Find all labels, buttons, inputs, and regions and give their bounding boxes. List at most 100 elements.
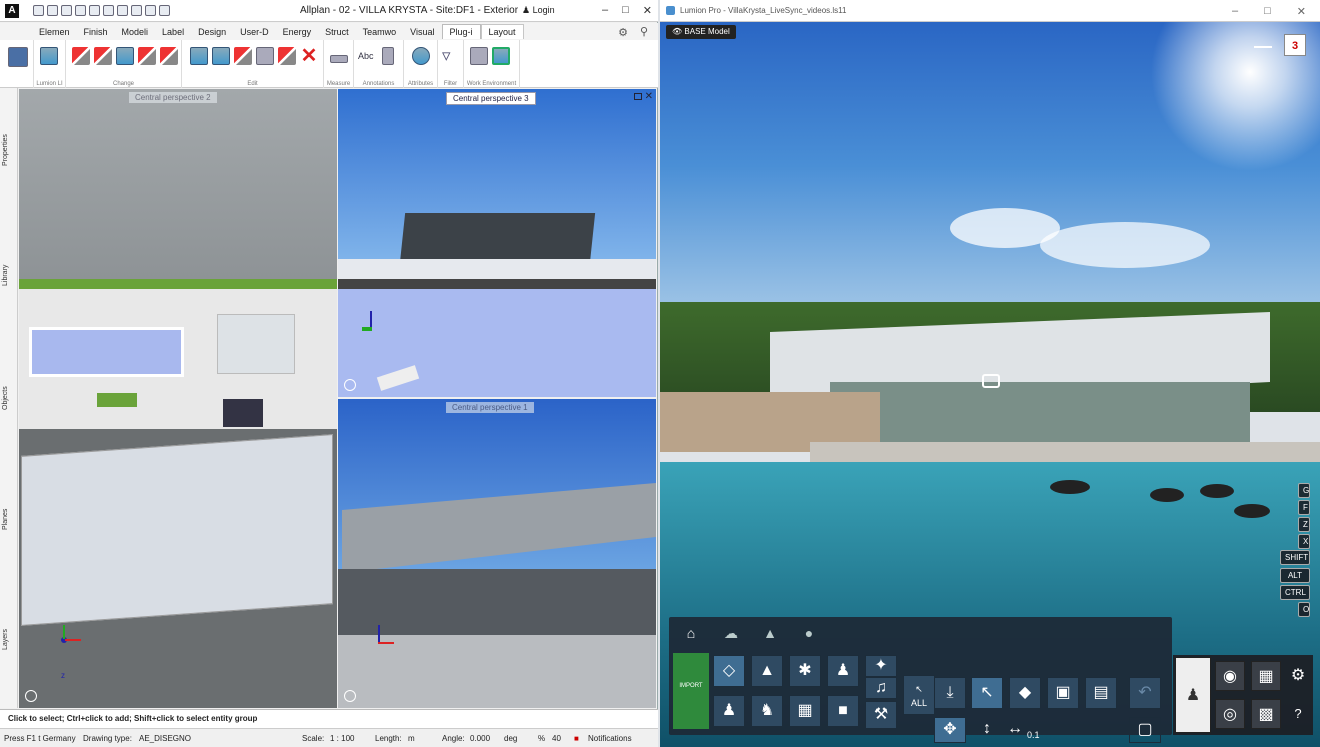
quality-stars-badge[interactable]: 3 bbox=[1284, 34, 1306, 56]
layout-icon[interactable] bbox=[145, 5, 156, 16]
tab-label[interactable]: Label bbox=[155, 25, 191, 39]
new-icon[interactable] bbox=[33, 5, 44, 16]
tab-design[interactable]: Design bbox=[191, 25, 233, 39]
print-icon[interactable] bbox=[75, 5, 86, 16]
tab-finish[interactable]: Finish bbox=[77, 25, 115, 39]
home-tab-icon[interactable]: ⌂ bbox=[681, 625, 701, 643]
stretch-icon[interactable] bbox=[94, 47, 112, 65]
tab-elemen[interactable]: Elemen bbox=[32, 25, 77, 39]
movie-mode-icon[interactable]: ▦ bbox=[1251, 661, 1281, 691]
materials-tab-icon[interactable]: ● bbox=[799, 625, 819, 643]
scale-object-icon[interactable]: ▣ bbox=[1047, 677, 1079, 709]
tools-icon[interactable]: ⚒ bbox=[865, 701, 897, 729]
viewport-bottom-right[interactable]: Central perspective 1 bbox=[338, 399, 656, 708]
undo-icon[interactable]: ↶ bbox=[1129, 677, 1161, 709]
minimize-icon[interactable]: – bbox=[602, 4, 608, 17]
note-icon[interactable] bbox=[382, 47, 394, 65]
tab-user-d[interactable]: User-D bbox=[233, 25, 276, 39]
model-indicator[interactable]: 👁 BASE Model bbox=[666, 25, 736, 39]
select-region-icon[interactable]: ▢ bbox=[1129, 717, 1161, 743]
angle-value[interactable]: 0.000 bbox=[470, 734, 490, 743]
minimize-icon[interactable]: – bbox=[1232, 5, 1238, 18]
move-icon[interactable] bbox=[116, 47, 134, 65]
viewports-icon[interactable] bbox=[492, 47, 510, 65]
person-icon[interactable]: ♟ bbox=[827, 655, 859, 687]
navigation-compass-icon[interactable] bbox=[344, 379, 356, 391]
nature-icon[interactable]: ◇ bbox=[713, 655, 745, 687]
tab-modeli[interactable]: Modeli bbox=[115, 25, 156, 39]
navigation-compass-icon[interactable] bbox=[344, 690, 356, 702]
tree-icon[interactable]: ▲ bbox=[751, 655, 783, 687]
settings-icon[interactable]: ⚙ bbox=[1287, 661, 1309, 691]
offset-icon[interactable] bbox=[234, 47, 252, 65]
percent-value[interactable]: 40 bbox=[552, 734, 561, 743]
side-tab-planes[interactable]: Planes bbox=[2, 509, 9, 530]
open-icon[interactable] bbox=[47, 5, 58, 16]
delete-icon[interactable]: ✕ bbox=[300, 46, 318, 66]
navigation-compass-icon[interactable] bbox=[25, 690, 37, 702]
search-icon[interactable]: ⚲ bbox=[640, 25, 648, 38]
text-icon[interactable]: Abc bbox=[358, 47, 376, 65]
menu-icon[interactable] bbox=[8, 47, 28, 67]
landscape-tab-icon[interactable]: ▲ bbox=[760, 625, 780, 643]
side-tab-objects[interactable]: Objects bbox=[2, 386, 9, 410]
fillet-icon[interactable] bbox=[278, 47, 296, 65]
maximize-icon[interactable]: □ bbox=[622, 4, 629, 17]
tree-plus-icon[interactable]: ✱ bbox=[789, 655, 821, 687]
copy-icon[interactable] bbox=[190, 47, 208, 65]
scale-value[interactable]: 1 : 100 bbox=[330, 734, 354, 743]
modify-icon[interactable] bbox=[72, 47, 90, 65]
viewport-top-right[interactable]: Central perspective 3 ✕ bbox=[338, 89, 656, 397]
rotate-icon[interactable] bbox=[256, 47, 274, 65]
maximize-viewport-icon[interactable] bbox=[634, 93, 642, 100]
tab-teamwo[interactable]: Teamwo bbox=[356, 25, 404, 39]
place-object-icon[interactable]: ⤓ bbox=[934, 677, 966, 709]
tab-visual[interactable]: Visual bbox=[403, 25, 441, 39]
gear-icon[interactable]: ⚙ bbox=[618, 26, 628, 39]
undo-icon[interactable] bbox=[89, 5, 100, 16]
import-button[interactable]: IMPORT bbox=[673, 653, 709, 729]
fence-icon[interactable]: ▦ bbox=[789, 695, 821, 727]
angle-unit[interactable]: deg bbox=[504, 734, 517, 743]
filter-icon[interactable]: ▿ bbox=[442, 47, 460, 65]
viewport-left[interactable]: Central perspective 2 z bbox=[19, 89, 337, 708]
side-tab-properties[interactable]: Properties bbox=[2, 134, 9, 166]
select-all-button[interactable]: ↖ ALL bbox=[903, 675, 935, 715]
attributes-icon[interactable] bbox=[412, 47, 430, 65]
help-icon[interactable]: ? bbox=[1287, 699, 1309, 729]
vehicle-icon[interactable]: ■ bbox=[827, 695, 859, 727]
length-unit[interactable]: m bbox=[408, 734, 415, 743]
close-icon[interactable]: ✕ bbox=[1297, 5, 1306, 18]
save-icon[interactable]: ▩ bbox=[1251, 699, 1281, 729]
photo-mode-icon[interactable]: ◉ bbox=[1215, 661, 1245, 691]
lumion-3d-viewport[interactable]: 👁 BASE Model 3 G F Z X SHIFT ALT CTRL O … bbox=[660, 22, 1320, 747]
split-icon[interactable] bbox=[160, 47, 178, 65]
speed-icon[interactable] bbox=[1254, 40, 1272, 48]
sound-icon[interactable]: ♫ bbox=[865, 677, 897, 699]
close-icon[interactable]: ✕ bbox=[643, 4, 652, 17]
measure-icon[interactable] bbox=[330, 55, 348, 63]
tab-plug-i[interactable]: Plug-i bbox=[441, 24, 481, 39]
view-icon[interactable] bbox=[117, 5, 128, 16]
notifications-button[interactable]: Notifications bbox=[588, 734, 632, 743]
tab-energy[interactable]: Energy bbox=[276, 25, 319, 39]
login-button[interactable]: ♟ Login bbox=[522, 5, 555, 16]
work-env-icon[interactable] bbox=[470, 47, 488, 65]
tab-layout[interactable]: Layout bbox=[480, 24, 524, 39]
redo-icon[interactable] bbox=[103, 5, 114, 16]
move-icon[interactable]: ✥ bbox=[934, 717, 966, 743]
weather-tab-icon[interactable]: ☁ bbox=[721, 625, 741, 643]
side-tab-library[interactable]: Library bbox=[2, 265, 9, 286]
settings-icon[interactable] bbox=[131, 5, 142, 16]
select-arrow-icon[interactable]: ↖ bbox=[971, 677, 1003, 709]
effects-icon[interactable]: ✦ bbox=[865, 655, 897, 677]
trim-icon[interactable] bbox=[138, 47, 156, 65]
mirror-icon[interactable] bbox=[212, 47, 230, 65]
side-tab-layers[interactable]: Layers bbox=[2, 629, 9, 650]
drawing-type-value[interactable]: AE_DISEGNO bbox=[139, 734, 191, 743]
rotate-object-icon[interactable]: ◆ bbox=[1009, 677, 1041, 709]
save-icon[interactable] bbox=[61, 5, 72, 16]
trash-icon[interactable]: ▤ bbox=[1085, 677, 1117, 709]
maximize-icon[interactable]: □ bbox=[1264, 5, 1271, 18]
close-viewport-icon[interactable]: ✕ bbox=[645, 91, 653, 102]
